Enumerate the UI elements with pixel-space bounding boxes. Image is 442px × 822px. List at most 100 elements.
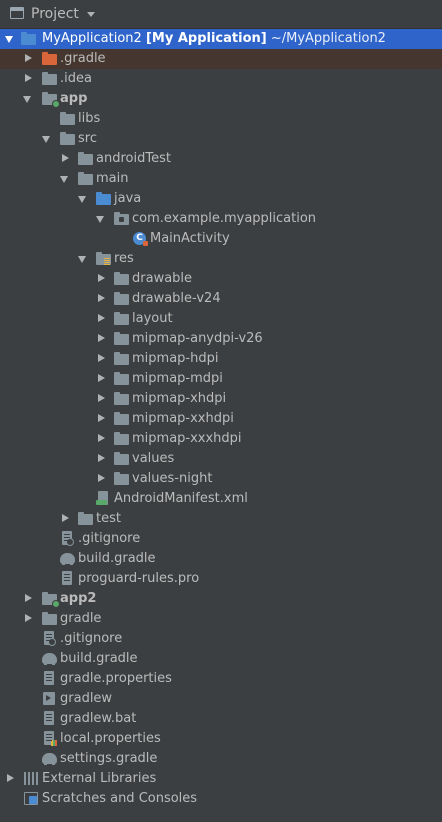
- tree-row-res-dir[interactable]: values: [0, 449, 442, 469]
- folder-icon: [78, 512, 94, 526]
- collapse-arrow-icon[interactable]: [95, 269, 107, 289]
- project-tool-window: Project MyApplication2 [My Application] …: [0, 0, 442, 822]
- tree-item-label: build.gradle: [78, 551, 156, 566]
- tree-row-manifest[interactable]: AndroidManifest.xml: [0, 489, 442, 509]
- tree-item-label: MainActivity: [150, 231, 230, 246]
- collapse-arrow-icon[interactable]: [22, 609, 34, 629]
- collapse-arrow-icon[interactable]: [22, 49, 34, 69]
- tree-row-app-module[interactable]: app: [0, 89, 442, 109]
- tree-row-app-build-gradle[interactable]: build.gradle: [0, 549, 442, 569]
- tree-row-dot-idea[interactable]: .idea: [0, 69, 442, 89]
- collapse-arrow-icon[interactable]: [95, 329, 107, 349]
- folder-icon: [60, 132, 76, 146]
- tree-item-label: mipmap-xxxhdpi: [132, 431, 242, 446]
- tree-row-gradle-folder[interactable]: gradle: [0, 609, 442, 629]
- gitignore-file-icon: [60, 531, 76, 546]
- collapse-arrow-icon[interactable]: [59, 509, 71, 529]
- tree-row-res[interactable]: res: [0, 249, 442, 269]
- tree-item-label: .gradle: [60, 51, 106, 66]
- project-view-selector[interactable]: Project: [31, 6, 79, 22]
- folder-icon: [114, 452, 130, 466]
- gradle-elephant-icon: [42, 652, 58, 666]
- project-panel-header: Project: [0, 0, 442, 29]
- collapse-arrow-icon[interactable]: [95, 409, 107, 429]
- tree-row-res-dir[interactable]: mipmap-mdpi: [0, 369, 442, 389]
- resources-folder-icon: [96, 252, 112, 266]
- tree-row-res-dir[interactable]: mipmap-xxxhdpi: [0, 429, 442, 449]
- root-project-path: ~/MyApplication2: [270, 31, 386, 46]
- tree-row-java[interactable]: java: [0, 189, 442, 209]
- expand-arrow-icon[interactable]: [59, 169, 71, 189]
- tree-row-package[interactable]: com.example.myapplication: [0, 209, 442, 229]
- expand-arrow-icon[interactable]: [22, 89, 34, 109]
- tree-row-proguard[interactable]: proguard-rules.pro: [0, 569, 442, 589]
- tree-item-label: androidTest: [96, 151, 171, 166]
- tree-row-app-gitignore[interactable]: .gitignore: [0, 529, 442, 549]
- kotlin-class-icon: C: [133, 232, 149, 246]
- tree-item-label: gradlew.bat: [60, 711, 137, 726]
- folder-icon: [114, 272, 130, 286]
- expand-arrow-icon[interactable]: [77, 249, 89, 269]
- tree-item-label: mipmap-anydpi-v26: [132, 331, 263, 346]
- tree-item-label: values-night: [132, 471, 213, 486]
- tree-row-res-dir[interactable]: values-night: [0, 469, 442, 489]
- tree-row-res-dir[interactable]: layout: [0, 309, 442, 329]
- collapse-arrow-icon[interactable]: [95, 289, 107, 309]
- tree-row-src[interactable]: src: [0, 129, 442, 149]
- tree-row-local-properties[interactable]: local.properties: [0, 729, 442, 749]
- collapse-arrow-icon[interactable]: [95, 389, 107, 409]
- expand-arrow-icon[interactable]: [41, 129, 53, 149]
- tree-row-res-dir[interactable]: drawable-v24: [0, 289, 442, 309]
- collapse-arrow-icon[interactable]: [22, 69, 34, 89]
- tree-row-res-dir[interactable]: mipmap-hdpi: [0, 349, 442, 369]
- tree-row-dot-gradle[interactable]: .gradle: [0, 49, 442, 69]
- tree-row-res-dir[interactable]: mipmap-xxhdpi: [0, 409, 442, 429]
- gitignore-file-icon: [42, 631, 58, 646]
- text-file-icon: [42, 711, 58, 726]
- tree-row-res-dir[interactable]: mipmap-xhdpi: [0, 389, 442, 409]
- tree-item-label: .gitignore: [60, 631, 123, 646]
- chevron-down-icon[interactable]: [87, 12, 95, 17]
- tree-row-res-dir[interactable]: drawable: [0, 269, 442, 289]
- tree-row-root-build-gradle[interactable]: build.gradle: [0, 649, 442, 669]
- tree-row-scratches[interactable]: Scratches and Consoles: [0, 789, 442, 809]
- collapse-arrow-icon[interactable]: [95, 429, 107, 449]
- tree-row-libs[interactable]: libs: [0, 109, 442, 129]
- text-file-icon: [42, 671, 58, 686]
- tree-item-label: gradle.properties: [60, 671, 172, 686]
- collapse-arrow-icon[interactable]: [95, 469, 107, 489]
- tree-row-test[interactable]: test: [0, 509, 442, 529]
- tree-row-gradlew-bat[interactable]: gradlew.bat: [0, 709, 442, 729]
- module-folder-icon: [42, 592, 60, 608]
- tree-row-android-test[interactable]: androidTest: [0, 149, 442, 169]
- collapse-arrow-icon[interactable]: [95, 309, 107, 329]
- expand-arrow-icon[interactable]: [95, 209, 107, 229]
- folder-icon: [114, 412, 130, 426]
- folder-icon: [42, 52, 58, 66]
- tree-row-res-dir[interactable]: mipmap-anydpi-v26: [0, 329, 442, 349]
- tree-row-root-gitignore[interactable]: .gitignore: [0, 629, 442, 649]
- tree-row-external-libraries[interactable]: External Libraries: [0, 769, 442, 789]
- collapse-arrow-icon[interactable]: [95, 349, 107, 369]
- folder-icon: [60, 112, 76, 126]
- tree-item-label: mipmap-mdpi: [132, 371, 223, 386]
- collapse-arrow-icon[interactable]: [95, 369, 107, 389]
- tree-item-label: res: [114, 251, 134, 266]
- tree-row-app2-module[interactable]: app2: [0, 589, 442, 609]
- collapse-arrow-icon[interactable]: [4, 769, 16, 789]
- tree-item-label: .gitignore: [78, 531, 141, 546]
- collapse-arrow-icon[interactable]: [59, 149, 71, 169]
- tree-row-settings-gradle[interactable]: settings.gradle: [0, 749, 442, 769]
- tree-row-gradle-properties[interactable]: gradle.properties: [0, 669, 442, 689]
- tree-row-main-activity[interactable]: C MainActivity: [0, 229, 442, 249]
- collapse-arrow-icon[interactable]: [95, 449, 107, 469]
- expand-arrow-icon[interactable]: [77, 189, 89, 209]
- tree-item-label: mipmap-hdpi: [132, 351, 219, 366]
- tree-row-main[interactable]: main: [0, 169, 442, 189]
- collapse-arrow-icon[interactable]: [22, 589, 34, 609]
- tree-row-gradlew[interactable]: gradlew: [0, 689, 442, 709]
- tree-row-root-project[interactable]: MyApplication2 [My Application] ~/MyAppl…: [0, 29, 442, 49]
- manifest-file-icon: [96, 491, 112, 506]
- folder-icon: [78, 172, 94, 186]
- expand-arrow-icon[interactable]: [4, 29, 16, 49]
